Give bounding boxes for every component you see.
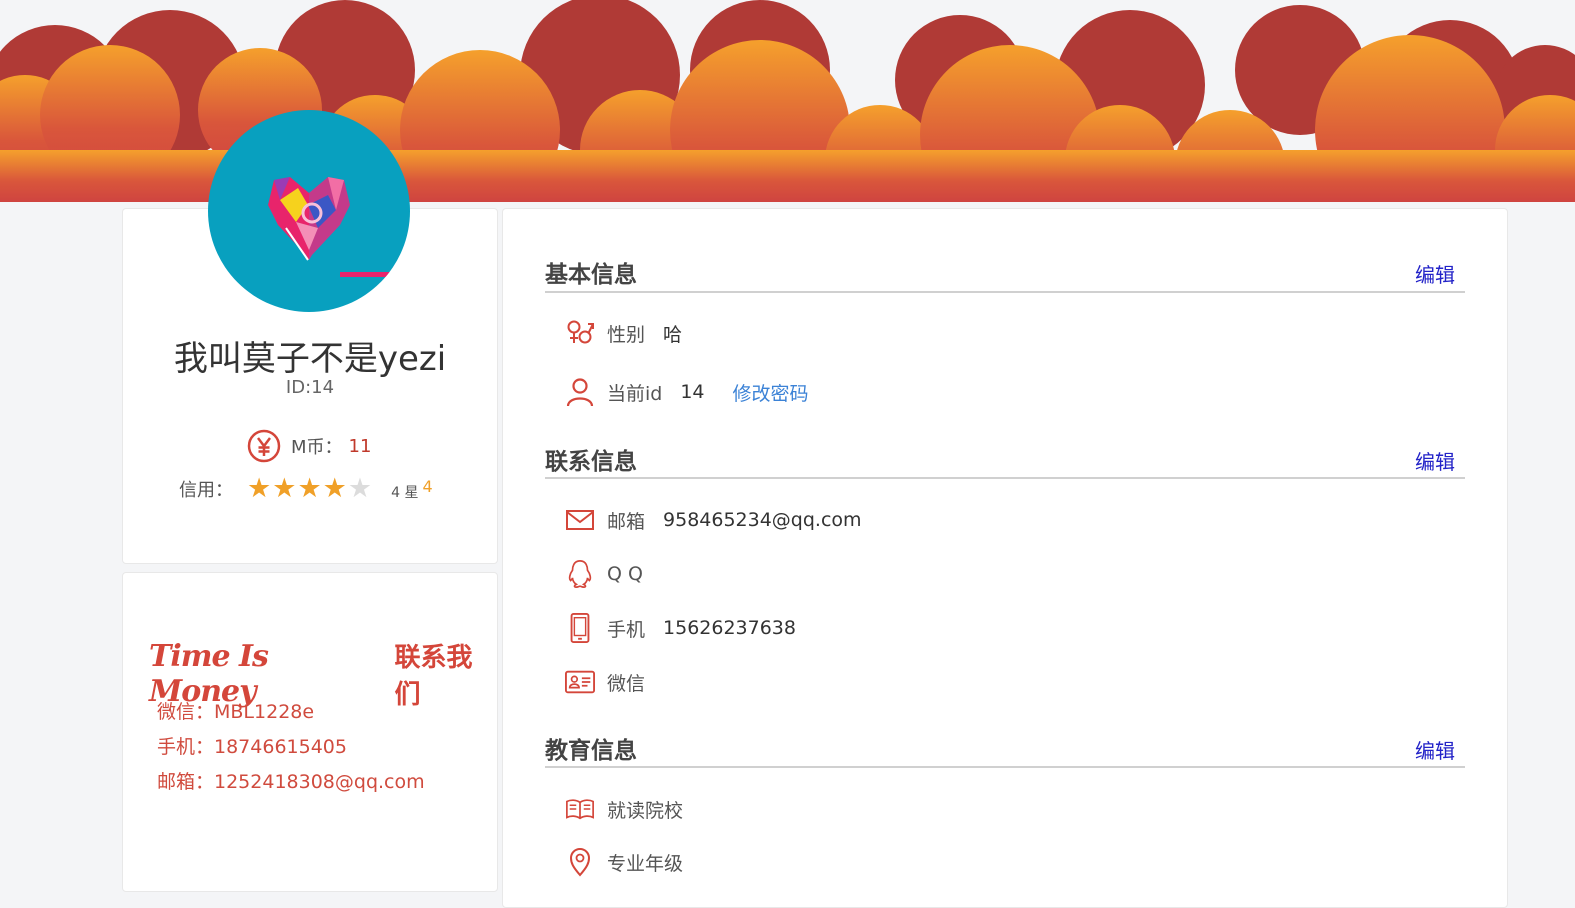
credit-text: 4 星: [391, 485, 419, 501]
contact-info-title: 联系信息: [545, 449, 637, 475]
star-icon: ★: [322, 473, 347, 504]
credit-stars: ★ ★ ★ ★ ★: [247, 475, 373, 503]
qq-label: Q Q: [607, 563, 643, 585]
star-icon: ★: [347, 473, 373, 504]
open-book-icon: [566, 799, 594, 820]
coins-row: M币： 11: [247, 429, 371, 463]
credit-score: 4: [422, 476, 433, 496]
divider: [545, 766, 1465, 768]
current-id-label: 当前id: [607, 382, 663, 405]
email-label: 邮箱: [607, 510, 646, 533]
info-card: 基本信息 编辑 性别 哈 当前id 14 修改密码 联系信息 编辑 邮箱 958…: [502, 208, 1508, 908]
wechat-row: 微信: [565, 667, 645, 697]
phone-label: 手机: [607, 618, 646, 641]
gender-value: 哈: [663, 323, 683, 346]
id-card-icon: [565, 670, 595, 694]
basic-info-edit-button[interactable]: 编辑: [1415, 259, 1455, 288]
school-row: 就读院校: [565, 794, 683, 824]
current-id-value: 14: [680, 381, 705, 403]
gender-label: 性别: [607, 323, 646, 346]
coins-label: M币：: [291, 437, 343, 458]
email-value: 958465234@qq.com: [663, 509, 862, 531]
user-id: ID:14: [285, 377, 335, 398]
qq-penguin-icon: [568, 560, 592, 588]
star-icon: ★: [297, 473, 322, 504]
email-row: 邮箱 958465234@qq.com: [565, 505, 862, 535]
change-password-link[interactable]: 修改密码: [733, 379, 809, 406]
education-info-edit-button[interactable]: 编辑: [1415, 735, 1455, 764]
credit-row: 信用： ★ ★ ★ ★ ★ 4 星 4: [179, 475, 433, 503]
star-icon: ★: [272, 473, 297, 504]
qq-row: Q Q: [565, 559, 643, 589]
major-label: 专业年级: [607, 852, 684, 875]
wechat-label: 微信: [607, 672, 646, 695]
divider: [545, 477, 1465, 479]
star-icon: ★: [247, 473, 272, 504]
basic-info-title: 基本信息: [545, 262, 637, 288]
coins-value: 11: [348, 435, 372, 457]
heart-logo-icon: [268, 177, 392, 277]
contact-info-edit-button[interactable]: 编辑: [1415, 446, 1455, 475]
school-label: 就读院校: [607, 799, 684, 822]
divider: [545, 291, 1465, 293]
contact-phone: 手机：18746615405: [157, 736, 347, 758]
contact-us-title: 联系我们: [394, 643, 473, 710]
education-info-title: 教育信息: [545, 738, 637, 764]
contact-email: 邮箱：1252418308@qq.com: [157, 771, 425, 793]
major-row: 专业年级: [565, 847, 683, 877]
phone-value: 15626237638: [663, 617, 796, 639]
phone-row: 手机 15626237638: [565, 613, 796, 643]
location-pin-icon: [569, 847, 591, 877]
avatar[interactable]: [208, 110, 410, 312]
contact-wechat: 微信：MBL1228e: [157, 701, 315, 723]
current-id-row: 当前id 14 修改密码: [565, 377, 809, 407]
mobile-phone-icon: [570, 613, 590, 643]
credit-label: 信用：: [179, 480, 233, 501]
gender-icon: [567, 320, 594, 344]
yuan-coin-icon: [247, 429, 281, 463]
gender-row: 性别 哈: [565, 318, 682, 348]
mail-icon: [566, 510, 594, 530]
user-icon: [566, 378, 594, 407]
contact-us-card: Time Is Money 联系我们 微信：MBL1228e 手机：187466…: [122, 572, 498, 892]
username: 我叫莫子不是yezi: [173, 339, 447, 379]
